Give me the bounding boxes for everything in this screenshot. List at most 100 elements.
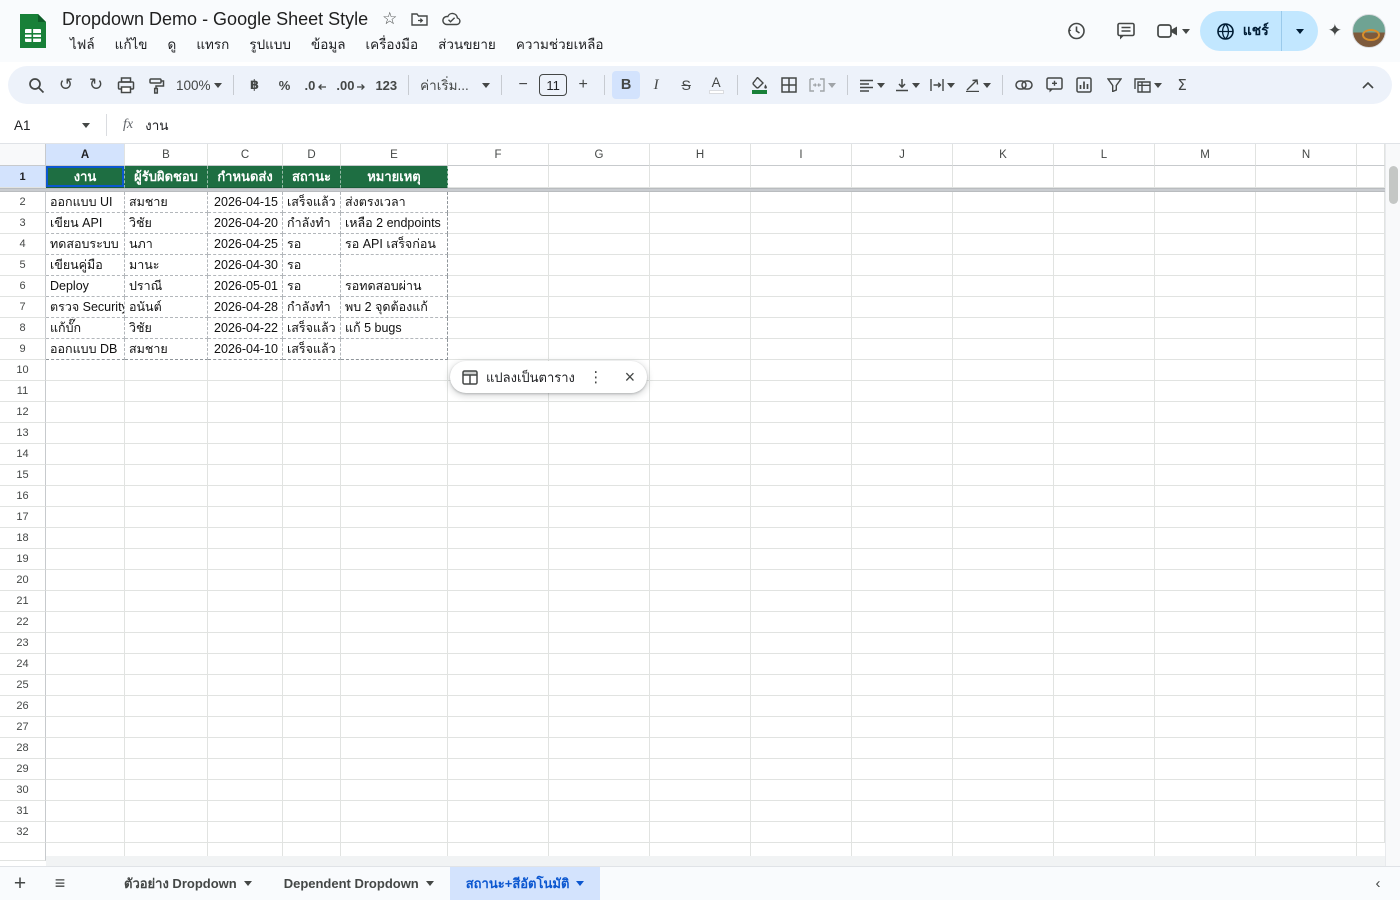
cell-H17[interactable] [650,507,751,528]
menu-tools[interactable]: เครื่องมือ [358,31,427,57]
row-header-14[interactable]: 14 [0,444,46,465]
cell-B22[interactable] [125,612,208,633]
cell-N12[interactable] [1256,402,1357,423]
cell-M25[interactable] [1155,675,1256,696]
cell-G22[interactable] [549,612,650,633]
menu-insert[interactable]: แทรก [188,31,237,57]
fill-color-button[interactable] [745,71,773,99]
cell-M21[interactable] [1155,591,1256,612]
row-header-6[interactable]: 6 [0,276,46,297]
cell-N19[interactable] [1256,549,1357,570]
row-header-28[interactable]: 28 [0,738,46,759]
cell-C1[interactable]: กำหนดส่ง [208,166,283,188]
cell-G13[interactable] [549,423,650,444]
cell-G1[interactable] [549,166,650,188]
cell-I8[interactable] [751,318,852,339]
cell-D18[interactable] [283,528,341,549]
cell-M15[interactable] [1155,465,1256,486]
cell-N9[interactable] [1256,339,1357,360]
cell-C5[interactable]: 2026-04-30 [208,255,283,276]
cell-H4[interactable] [650,234,751,255]
cell-F28[interactable] [448,738,549,759]
cell-G15[interactable] [549,465,650,486]
cell-partial-3[interactable] [1357,213,1385,234]
star-icon[interactable]: ☆ [382,11,397,28]
cell-H5[interactable] [650,255,751,276]
cell-H25[interactable] [650,675,751,696]
cell-L31[interactable] [1054,801,1155,822]
cell-H24[interactable] [650,654,751,675]
cell-E11[interactable] [341,381,448,402]
cell-I31[interactable] [751,801,852,822]
cell-J1[interactable] [852,166,953,188]
menu-file[interactable]: ไฟล์ [62,31,103,57]
cell-D16[interactable] [283,486,341,507]
cell-N5[interactable] [1256,255,1357,276]
cell-N29[interactable] [1256,759,1357,780]
cell-M26[interactable] [1155,696,1256,717]
column-header-D[interactable]: D [283,144,341,166]
cell-A22[interactable] [46,612,125,633]
cell-E18[interactable] [341,528,448,549]
cell-E7[interactable]: พบ 2 จุดต้องแก้ [341,297,448,318]
cell-C32[interactable] [208,822,283,843]
sheets-logo-icon[interactable] [18,12,48,50]
cell-M1[interactable] [1155,166,1256,188]
cell-F24[interactable] [448,654,549,675]
cell-G4[interactable] [549,234,650,255]
cell-M19[interactable] [1155,549,1256,570]
cell-C18[interactable] [208,528,283,549]
cell-E29[interactable] [341,759,448,780]
cell-G31[interactable] [549,801,650,822]
cell-H31[interactable] [650,801,751,822]
cell-L6[interactable] [1054,276,1155,297]
column-header-N[interactable]: N [1256,144,1357,166]
cell-B18[interactable] [125,528,208,549]
cell-A31[interactable] [46,801,125,822]
column-header-G[interactable]: G [549,144,650,166]
cell-G29[interactable] [549,759,650,780]
cell-K1[interactable] [953,166,1054,188]
cell-F8[interactable] [448,318,549,339]
cell-N28[interactable] [1256,738,1357,759]
cell-A19[interactable] [46,549,125,570]
cell-E28[interactable] [341,738,448,759]
column-header-A[interactable]: A [46,144,125,166]
cell-D19[interactable] [283,549,341,570]
hide-toolbar-button[interactable] [1354,71,1382,99]
bold-button[interactable]: B [612,71,640,99]
cell-N6[interactable] [1256,276,1357,297]
cell-J13[interactable] [852,423,953,444]
cell-C6[interactable]: 2026-05-01 [208,276,283,297]
cell-F25[interactable] [448,675,549,696]
cell-K15[interactable] [953,465,1054,486]
cell-K11[interactable] [953,381,1054,402]
cell-F20[interactable] [448,570,549,591]
cell-F23[interactable] [448,633,549,654]
row-header-25[interactable]: 25 [0,675,46,696]
cell-J23[interactable] [852,633,953,654]
cell-partial-4[interactable] [1357,234,1385,255]
row-header-32[interactable]: 32 [0,822,46,843]
cell-E30[interactable] [341,780,448,801]
cell-F21[interactable] [448,591,549,612]
cell-B19[interactable] [125,549,208,570]
cell-G26[interactable] [549,696,650,717]
cell-N13[interactable] [1256,423,1357,444]
cell-M11[interactable] [1155,381,1256,402]
share-button[interactable]: แชร์ [1200,11,1318,51]
cell-D9[interactable]: เสร็จแล้ว [283,339,341,360]
cell-B27[interactable] [125,717,208,738]
cell-M9[interactable] [1155,339,1256,360]
cell-N32[interactable] [1256,822,1357,843]
cell-N11[interactable] [1256,381,1357,402]
cell-H32[interactable] [650,822,751,843]
sheet-tab-3-active[interactable]: สถานะ+สีอัตโนมัติ [450,867,601,900]
cell-C16[interactable] [208,486,283,507]
cell-C28[interactable] [208,738,283,759]
cell-N1[interactable] [1256,166,1357,188]
cell-K31[interactable] [953,801,1054,822]
sheet-tab-1[interactable]: ตัวอย่าง Dropdown [108,867,268,900]
vertical-align-button[interactable] [891,71,924,99]
cell-partial-11[interactable] [1357,381,1385,402]
